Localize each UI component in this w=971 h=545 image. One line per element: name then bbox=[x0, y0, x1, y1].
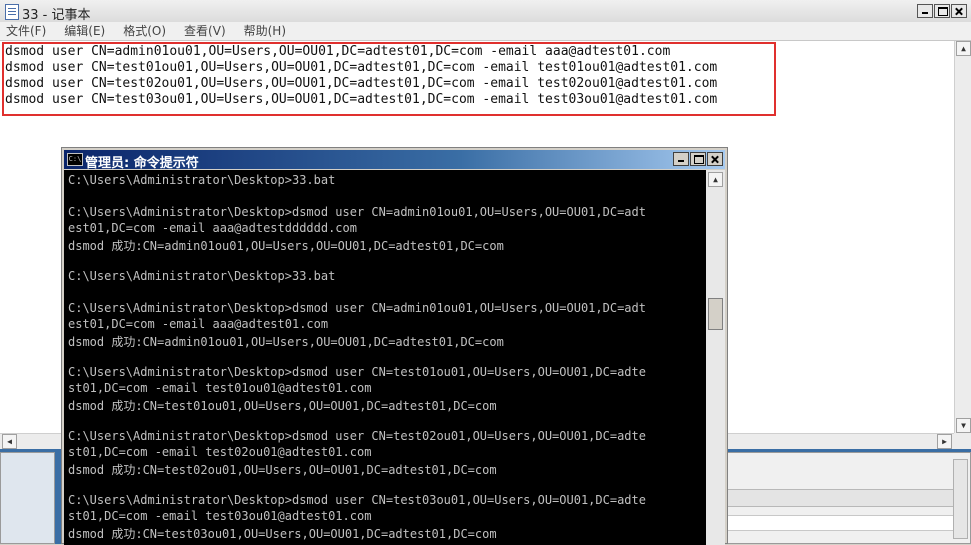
background-window-right bbox=[720, 452, 971, 544]
console-line: est01,DC=com -email aaa@adtest01.com bbox=[68, 317, 329, 331]
menu-view[interactable]: 查看(V) bbox=[184, 22, 226, 40]
console-line: st01,DC=com -email test01ou01@adtest01.c… bbox=[68, 381, 372, 395]
background-window-bar bbox=[727, 489, 959, 507]
notepad-titlebar[interactable]: 33 - 记事本 bbox=[0, 0, 971, 23]
background-window-scrollbar[interactable] bbox=[953, 459, 968, 539]
console-line: dsmod 成功:CN=test03ou01,OU=Users,OU=OU01,… bbox=[68, 527, 497, 541]
console-line: C:\Users\Administrator\Desktop>dsmod use… bbox=[68, 493, 646, 507]
notepad-vertical-scrollbar[interactable]: ▲ ▼ bbox=[954, 41, 971, 433]
scrollbar-thumb[interactable] bbox=[708, 298, 723, 330]
cmd-vertical-scrollbar[interactable]: ▲ bbox=[706, 170, 725, 545]
scroll-right-icon[interactable]: ▶ bbox=[937, 434, 952, 449]
console-line: st01,DC=com -email test02ou01@adtest01.c… bbox=[68, 445, 372, 459]
console-line: C:\Users\Administrator\Desktop>33.bat bbox=[68, 269, 336, 283]
maximize-button[interactable] bbox=[690, 152, 706, 166]
menu-edit[interactable]: 编辑(E) bbox=[64, 22, 105, 40]
console-line: dsmod 成功:CN=admin01ou01,OU=Users,OU=OU01… bbox=[68, 335, 504, 349]
notepad-menubar: 文件(F) 编辑(E) 格式(O) 查看(V) 帮助(H) bbox=[0, 22, 971, 41]
resize-grip[interactable] bbox=[954, 433, 971, 449]
menu-help[interactable]: 帮助(H) bbox=[244, 22, 286, 40]
cmd-titlebar[interactable]: C:\ 管理员: 命令提示符 bbox=[64, 150, 725, 171]
scroll-left-icon[interactable]: ◀ bbox=[2, 434, 17, 449]
cmd-window-controls bbox=[673, 152, 723, 166]
console-line: dsmod 成功:CN=admin01ou01,OU=Users,OU=OU01… bbox=[68, 239, 504, 253]
cmd-window: C:\ 管理员: 命令提示符 C:\Users\Administrator\De… bbox=[61, 147, 728, 545]
console-line: C:\Users\Administrator\Desktop>dsmod use… bbox=[68, 205, 646, 219]
notepad-icon bbox=[5, 4, 19, 20]
scroll-up-icon[interactable]: ▲ bbox=[956, 41, 971, 56]
console-line: C:\Users\Administrator\Desktop>dsmod use… bbox=[68, 301, 646, 315]
console-line: C:\Users\Administrator\Desktop>dsmod use… bbox=[68, 365, 646, 379]
cmd-console[interactable]: C:\Users\Administrator\Desktop>33.bat C:… bbox=[64, 170, 706, 545]
minimize-button[interactable] bbox=[917, 4, 933, 18]
console-line: C:\Users\Administrator\Desktop>dsmod use… bbox=[68, 429, 646, 443]
background-window-left bbox=[0, 452, 55, 544]
close-button[interactable] bbox=[951, 4, 967, 18]
console-line: dsmod 成功:CN=test02ou01,OU=Users,OU=OU01,… bbox=[68, 463, 497, 477]
menu-format[interactable]: 格式(O) bbox=[123, 22, 166, 40]
console-line: st01,DC=com -email test03ou01@adtest01.c… bbox=[68, 509, 372, 523]
highlight-box bbox=[2, 42, 776, 116]
console-line: est01,DC=com -email aaa@adtestdddddd.com bbox=[68, 221, 357, 235]
menu-file[interactable]: 文件(F) bbox=[6, 22, 46, 40]
maximize-button[interactable] bbox=[934, 4, 950, 18]
background-window-field bbox=[727, 515, 959, 531]
scroll-up-icon[interactable]: ▲ bbox=[708, 172, 723, 187]
close-button[interactable] bbox=[707, 152, 723, 166]
console-line: C:\Users\Administrator\Desktop>33.bat bbox=[68, 173, 336, 187]
cmd-title: 管理员: 命令提示符 bbox=[85, 156, 199, 171]
cmd-icon: C:\ bbox=[67, 153, 83, 166]
scroll-down-icon[interactable]: ▼ bbox=[956, 418, 971, 433]
minimize-button[interactable] bbox=[673, 152, 689, 166]
console-line: dsmod 成功:CN=test01ou01,OU=Users,OU=OU01,… bbox=[68, 399, 497, 413]
notepad-title: 33 - 记事本 bbox=[22, 8, 91, 23]
notepad-window-controls bbox=[917, 4, 967, 18]
